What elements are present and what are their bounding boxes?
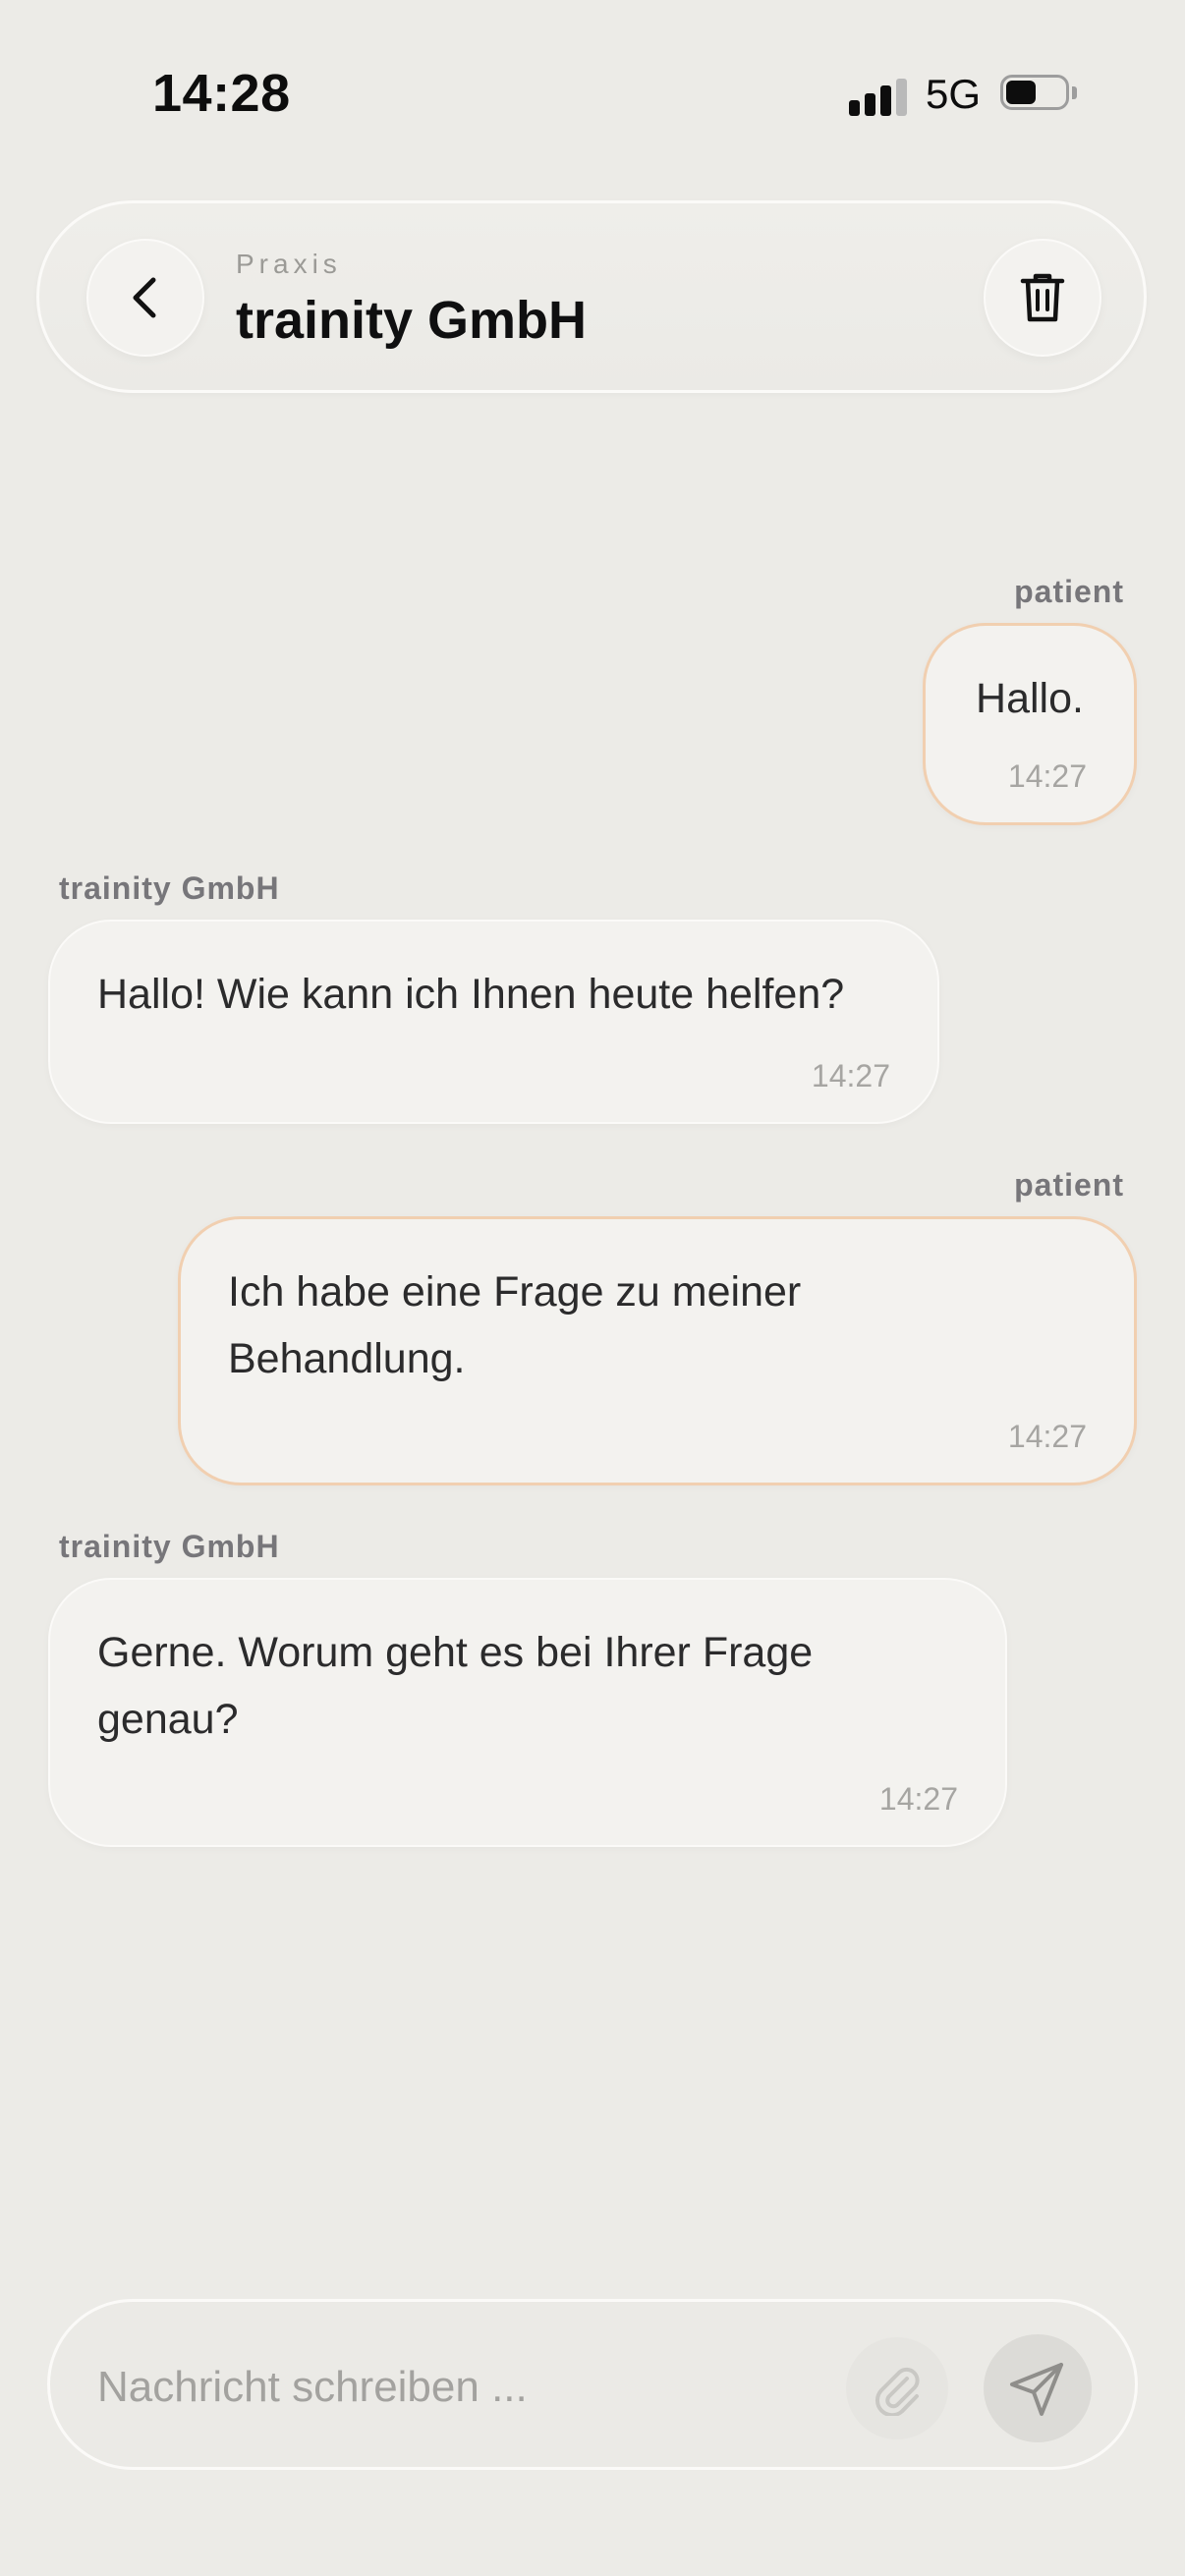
message-text: Hallo. <box>976 675 1084 722</box>
message-text: Gerne. Worum geht es bei Ihrer Frage gen… <box>97 1629 814 1743</box>
network-type: 5G <box>926 71 982 117</box>
message-timestamp: 14:27 <box>878 1781 958 1817</box>
incoming-message-bubble: Hallo! Wie kann ich Ihnen heute helfen? … <box>48 920 939 1124</box>
delete-chat-button[interactable] <box>984 239 1101 357</box>
message-input[interactable] <box>97 2355 844 2420</box>
chat-header: Praxis trainity GmbH <box>36 200 1147 393</box>
battery-icon <box>1000 75 1081 114</box>
message-sender: trainity GmbH <box>59 1529 280 1564</box>
chevron-left-icon <box>133 277 156 318</box>
message-sender: patient <box>1014 574 1124 609</box>
message-sender: trainity GmbH <box>59 870 280 906</box>
incoming-message-bubble: Gerne. Worum geht es bei Ihrer Frage gen… <box>48 1578 1007 1847</box>
message-text: Ich habe eine Frage zu meiner Behandlung… <box>228 1268 802 1382</box>
status-bar: 14:28 5G <box>0 0 1185 157</box>
message-timestamp: 14:27 <box>811 1058 890 1093</box>
message-text: Hallo! Wie kann ich Ihnen heute helfen? <box>97 971 845 1018</box>
page-title: trainity GmbH <box>236 291 588 350</box>
cellular-signal-icon <box>849 77 908 116</box>
outgoing-message-bubble: Ich habe eine Frage zu meiner Behandlung… <box>178 1216 1137 1485</box>
paperclip-icon <box>875 2367 920 2416</box>
back-button[interactable] <box>86 239 204 357</box>
outgoing-message-bubble: Hallo. 14:27 <box>923 623 1137 825</box>
send-icon <box>1010 2363 1063 2416</box>
header-eyebrow: Praxis <box>236 249 342 279</box>
attach-button[interactable] <box>846 2337 948 2439</box>
status-time: 14:28 <box>152 64 291 123</box>
message-timestamp: 14:27 <box>1007 1419 1087 1454</box>
message-composer <box>47 2299 1138 2470</box>
trash-icon <box>1020 273 1065 322</box>
message-timestamp: 14:27 <box>1007 758 1087 794</box>
send-button[interactable] <box>984 2334 1092 2442</box>
message-sender: patient <box>1014 1167 1124 1203</box>
